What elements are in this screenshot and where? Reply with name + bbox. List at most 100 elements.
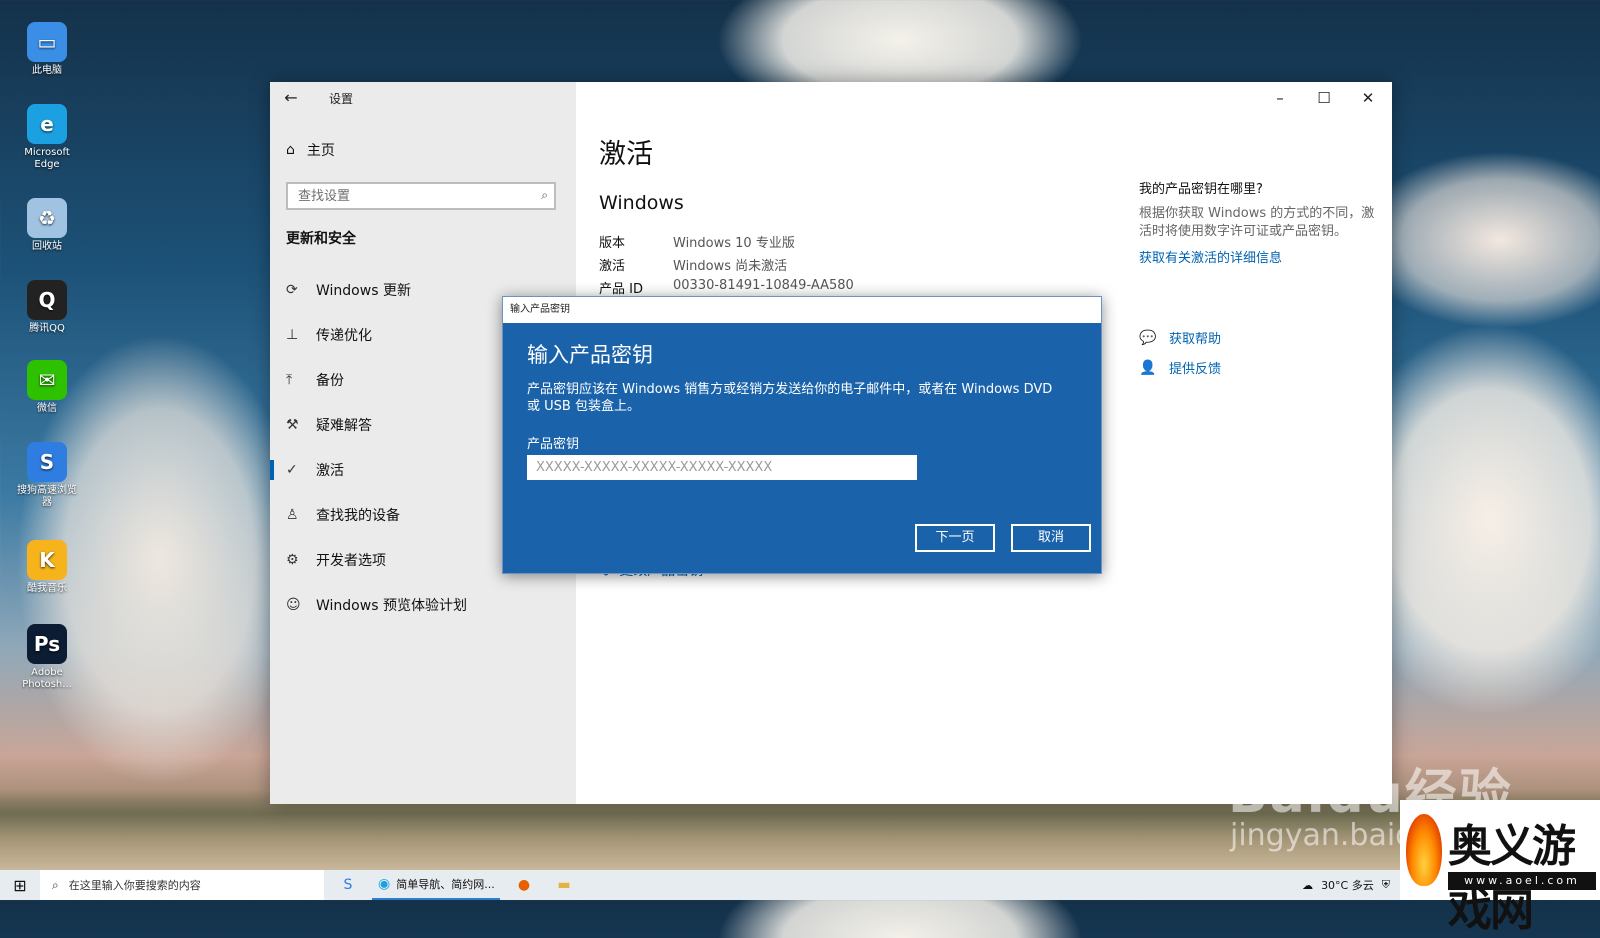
desktop-icon[interactable]: Q 腾讯QQ (14, 280, 80, 335)
system-tray: ☁ 30°C 多云 ⛨ (1302, 870, 1390, 900)
desktop-icon-label: 搜狗高速浏览器 (17, 485, 77, 508)
sogou-browser-icon: S (27, 442, 67, 482)
file-explorer-taskbar-icon[interactable]: ▬ (552, 870, 576, 900)
check-circle-icon: ✓ (286, 462, 298, 478)
product-key-input[interactable] (527, 455, 917, 480)
sidebar-nav-label: 开发者选项 (316, 553, 386, 569)
backup-upload-icon: ⤒ (286, 372, 293, 388)
qq-penguin-icon: Q (27, 280, 67, 320)
desktop-icon[interactable]: K 酷我音乐 (14, 540, 80, 595)
flame-logo-icon (1406, 814, 1442, 886)
home-icon: ⌂ (286, 142, 295, 158)
wrench-icon: ⚒ (286, 417, 299, 433)
photoshop-icon: Ps (27, 624, 67, 664)
activation-info-link[interactable]: 获取有关激活的详细信息 (1139, 247, 1379, 266)
sidebar-nav-label: Windows 预览体验计划 (316, 598, 467, 614)
detail-value: Windows 10 专业版 (673, 236, 795, 251)
desktop-icon-label: Adobe Photosh... (22, 667, 72, 690)
sidebar-nav-item[interactable]: ☺ Windows 预览体验计划 (270, 585, 576, 625)
desktop-icon[interactable]: ▭ 此电脑 (14, 22, 80, 77)
dialog-description: 产品密钥应该在 Windows 销售方或经销方发送给你的电子邮件中，或者在 Wi… (527, 382, 1053, 414)
firefox-taskbar-icon[interactable]: ● (512, 870, 536, 900)
feedback-person-icon: 👤 (1139, 359, 1157, 376)
sogou-taskbar-icon[interactable]: S (336, 870, 360, 900)
home-label: 主页 (306, 143, 335, 159)
windows-subheading: Windows (599, 192, 684, 214)
developer-tools-icon: ⚙ (286, 552, 299, 568)
minimize-button[interactable]: – (1258, 84, 1302, 112)
desktop-icon-label: 此电脑 (32, 65, 62, 76)
sidebar-nav-label: Windows 更新 (316, 283, 411, 299)
window-titlebar: ← 设置 – ☐ ✕ (270, 82, 1392, 114)
detail-key: 版本 (599, 236, 626, 251)
desktop-icon[interactable]: Ps Adobe Photosh... (14, 624, 80, 691)
get-help-link[interactable]: 💬 获取帮助 (1139, 328, 1222, 348)
sidebar-nav-label: 激活 (316, 463, 344, 479)
taskbar-search-box[interactable]: ⌕ 在这里输入你要搜索的内容 (40, 870, 324, 900)
product-key-dialog: 输入产品密钥 输入产品密钥 产品密钥应该在 Windows 销售方或经销方发送给… (502, 296, 1102, 574)
detail-key: 激活 (599, 259, 626, 274)
desktop-icon[interactable]: ✉ 微信 (14, 360, 80, 415)
dialog-titlebar: 输入产品密钥 (503, 297, 1101, 323)
get-help-label: 获取帮助 (1169, 332, 1222, 347)
desktop-icon[interactable]: e Microsoft Edge (14, 104, 80, 171)
back-arrow-icon[interactable]: ← (280, 87, 302, 109)
activation-row: 激活 Windows 尚未激活 (599, 255, 787, 274)
desktop-icon-label: Microsoft Edge (24, 147, 70, 170)
close-button[interactable]: ✕ (1346, 84, 1390, 112)
wechat-icon: ✉ (27, 360, 67, 400)
chat-help-icon: 💬 (1139, 329, 1157, 346)
sidebar-nav-label: 传递优化 (316, 328, 372, 344)
product-id-row: 产品 ID 00330-81491-10849-AA580 (599, 278, 854, 297)
right-help-panel: 我的产品密钥在哪里? 根据你获取 Windows 的方式的不同，激活时将使用数字… (1139, 178, 1379, 266)
product-key-label: 产品密钥 (527, 437, 580, 452)
desktop-icon-label: 酷我音乐 (27, 583, 67, 594)
insider-cat-icon: ☺ (286, 597, 301, 613)
help-panel-text: 根据你获取 Windows 的方式的不同，激活时将使用数字许可证或产品密钥。 (1139, 206, 1375, 239)
taskbar-search-placeholder: 在这里输入你要搜索的内容 (68, 879, 201, 892)
detail-value: 00330-81491-10849-AA580 (673, 278, 854, 293)
desktop-icon-label: 回收站 (32, 241, 62, 252)
desktop-icon-label: 腾讯QQ (29, 323, 65, 334)
taskbar: ⊞ ⌕ 在这里输入你要搜索的内容 S ◉ 简单导航、简约网... ● ▬ ☁ 3… (0, 870, 1600, 900)
weather-cloud-icon: ☁ (1302, 878, 1314, 892)
page-title: 激活 (599, 139, 653, 170)
cancel-button[interactable]: 取消 (1011, 524, 1091, 552)
edge-taskbar-button[interactable]: ◉ 简单导航、简约网... (372, 870, 500, 900)
desktop-icon[interactable]: S 搜狗高速浏览器 (14, 442, 80, 509)
logo-url: www.aoel.com (1448, 872, 1596, 890)
security-shield-icon[interactable]: ⛨ (1382, 878, 1390, 892)
edition-row: 版本 Windows 10 专业版 (599, 232, 795, 251)
maximize-button[interactable]: ☐ (1302, 84, 1346, 112)
dialog-heading: 输入产品密钥 (527, 343, 653, 367)
windows-start-icon[interactable]: ⊞ (0, 870, 40, 900)
search-icon[interactable]: ⌕ (541, 188, 548, 203)
settings-search-box[interactable]: ⌕ (286, 182, 556, 210)
window-title: 设置 (329, 92, 354, 106)
desktop-icon-label: 微信 (37, 403, 57, 414)
find-device-person-icon: ♙ (286, 507, 299, 523)
aoel-logo-watermark: 奥义游戏网 www.aoel.com (1400, 800, 1600, 936)
weather-text[interactable]: 30°C 多云 (1321, 877, 1374, 893)
feedback-label: 提供反馈 (1169, 362, 1222, 377)
edge-window-label: 简单导航、简约网... (396, 878, 495, 891)
feedback-link[interactable]: 👤 提供反馈 (1139, 358, 1222, 378)
detail-key: 产品 ID (599, 282, 643, 297)
home-nav-item[interactable]: ⌂ 主页 (286, 140, 335, 160)
edge-icon: e (27, 104, 67, 144)
kuwo-music-icon: K (27, 540, 67, 580)
edge-icon: ◉ (378, 876, 391, 892)
sidebar-section-title: 更新和安全 (286, 231, 356, 247)
settings-search-input[interactable] (296, 188, 530, 205)
refresh-icon: ⟳ (286, 282, 298, 298)
sidebar-nav-label: 疑难解答 (316, 418, 372, 434)
recycle-bin-icon: ♻ (27, 198, 67, 238)
desktop-icon[interactable]: ♻ 回收站 (14, 198, 80, 253)
delivery-optimization-icon: ⊥ (286, 327, 299, 343)
sidebar-nav-label: 查找我的设备 (316, 508, 400, 524)
next-button[interactable]: 下一页 (915, 524, 995, 552)
sidebar-nav-label: 备份 (316, 373, 344, 389)
computer-icon: ▭ (27, 22, 67, 62)
help-panel-title: 我的产品密钥在哪里? (1139, 182, 1263, 197)
detail-value: Windows 尚未激活 (673, 259, 788, 274)
